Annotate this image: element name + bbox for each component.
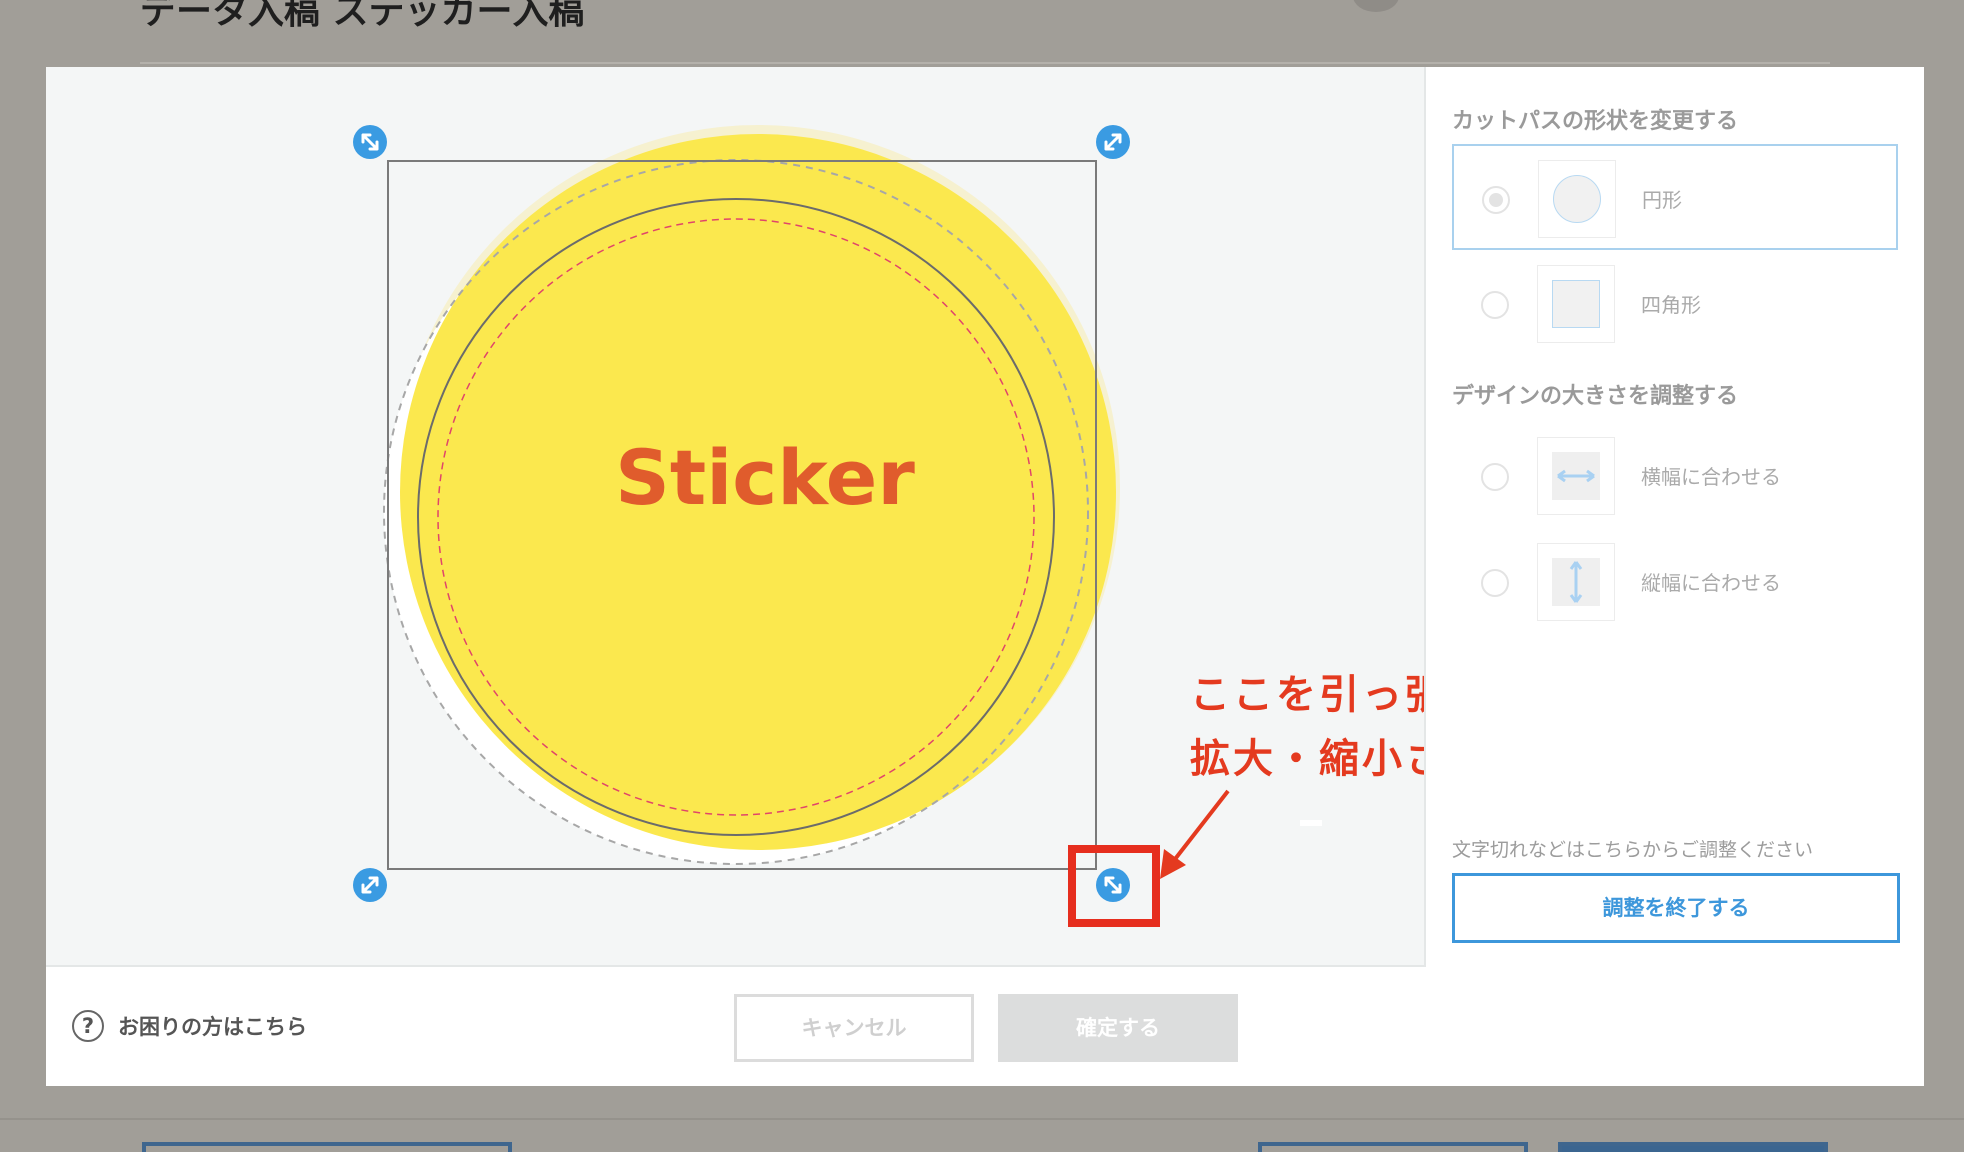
annotation-line-2: 拡大・縮小されます xyxy=(1190,736,1424,782)
cutpath-option-square[interactable]: 四角形 xyxy=(1452,250,1898,356)
fit-height-radio[interactable] xyxy=(1481,569,1509,597)
background-decoration xyxy=(1353,0,1399,12)
resize-handle-top-right[interactable] xyxy=(1096,125,1130,159)
square-shape-icon xyxy=(1537,265,1615,343)
help-link[interactable]: ? お困りの方はこちら xyxy=(72,1009,307,1043)
fit-width-label: 横幅に合わせる xyxy=(1641,465,1781,489)
cutpath-square-label: 四角形 xyxy=(1641,293,1701,317)
confirm-button[interactable]: 確定する xyxy=(998,994,1238,1062)
cutpath-circle-radio[interactable] xyxy=(1482,186,1510,214)
background-button xyxy=(142,1142,512,1152)
fit-height-label: 縦幅に合わせる xyxy=(1641,571,1781,595)
size-section-title: デザインの大きさを調整する xyxy=(1452,384,1739,409)
resize-diagonal-icon xyxy=(1104,133,1122,151)
fit-height-icon xyxy=(1537,543,1615,621)
annotation-line-1: ここを引っ張ると xyxy=(1190,672,1424,718)
resize-handle-bottom-left[interactable] xyxy=(353,868,387,902)
cutpath-section-title: カットパスの形状を変更する xyxy=(1452,109,1739,134)
handle-highlight-frame xyxy=(1068,845,1160,927)
sticker-design-text: Sticker xyxy=(615,433,915,522)
background-button xyxy=(1558,1142,1828,1152)
background-page-title: データ入稿 ステッカー入稿 xyxy=(140,0,585,32)
fit-width-radio[interactable] xyxy=(1481,463,1509,491)
help-icon: ? xyxy=(72,1010,104,1042)
cancel-button[interactable]: キャンセル xyxy=(734,994,974,1062)
cutpath-circle-label: 円形 xyxy=(1642,188,1682,212)
adjust-panel: カットパスの形状を変更する 円形 四角形 デザインの大きさを調整する 横幅に合わ… xyxy=(1452,67,1902,967)
design-canvas[interactable]: Sticker ここを引っ張ると 拡大・縮小されます xyxy=(46,67,1426,967)
resize-diagonal-icon xyxy=(361,133,379,151)
help-text: お困りの方はこちら xyxy=(118,1015,307,1039)
resize-annotation: ここを引っ張ると 拡大・縮小されます xyxy=(1190,663,1424,791)
resize-diagonal-icon xyxy=(361,876,379,894)
adjust-modal: Sticker ここを引っ張ると 拡大・縮小されます カットパスの形状を変更する… xyxy=(46,67,1924,1086)
circle-shape-icon xyxy=(1538,160,1616,238)
adjust-note: 文字切れなどはこちらからご調整ください xyxy=(1452,839,1814,861)
background-divider-bottom xyxy=(0,1118,1964,1120)
background-divider xyxy=(140,62,1830,64)
cutpath-option-circle[interactable]: 円形 xyxy=(1452,144,1898,250)
size-option-fit-width[interactable]: 横幅に合わせる xyxy=(1452,422,1898,528)
size-option-fit-height[interactable]: 縦幅に合わせる xyxy=(1452,528,1898,634)
finish-adjust-button[interactable]: 調整を終了する xyxy=(1452,873,1900,943)
annotation-arrow-icon xyxy=(1160,789,1230,879)
fit-width-icon xyxy=(1537,437,1615,515)
small-marker xyxy=(1300,820,1322,826)
cutpath-square-radio[interactable] xyxy=(1481,291,1509,319)
background-button xyxy=(1258,1142,1528,1152)
resize-handle-top-left[interactable] xyxy=(353,125,387,159)
